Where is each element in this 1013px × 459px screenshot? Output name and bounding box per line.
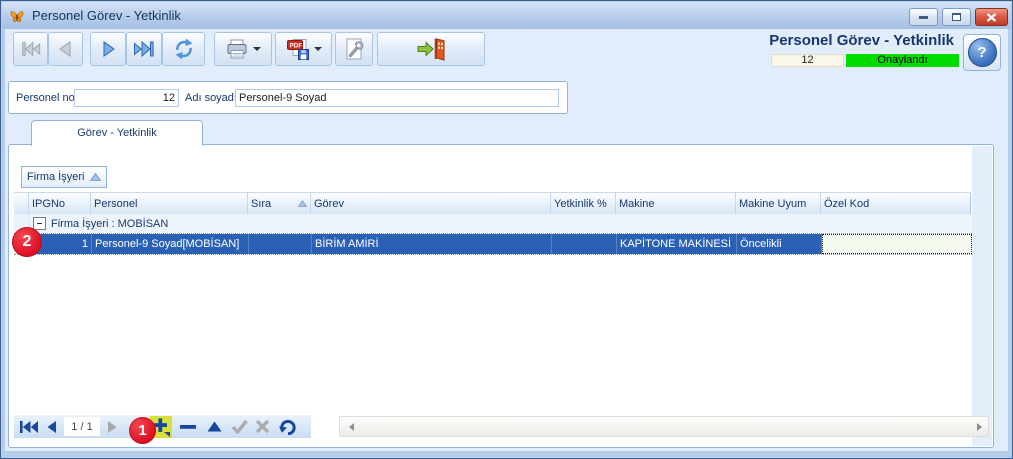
column-header-makine[interactable]: Makine	[616, 193, 736, 214]
close-icon	[986, 13, 997, 22]
column-header-sira[interactable]: Sıra	[248, 193, 311, 214]
nav-next-icon	[106, 420, 119, 434]
last-record-icon	[132, 40, 156, 58]
nav-next-button[interactable]	[106, 420, 119, 434]
group-by-button[interactable]: Firma İşyeri	[21, 166, 107, 188]
group-row[interactable]: Firma İşyeri : MOBİSAN	[14, 214, 972, 233]
cancel-button[interactable]	[255, 419, 270, 434]
refresh-rows-icon	[278, 418, 298, 435]
scroll-right-icon[interactable]	[977, 423, 982, 431]
app-window: Personel Görev - Yetkinlik	[0, 0, 1013, 459]
refresh-button[interactable]	[162, 32, 205, 66]
previous-record-button[interactable]	[48, 32, 83, 66]
print-button[interactable]	[214, 32, 272, 66]
close-button[interactable]	[975, 8, 1008, 26]
pdf-save-button[interactable]: PDF	[275, 32, 332, 66]
adi-soyadi-input[interactable]	[235, 89, 559, 107]
butterfly-icon	[9, 8, 25, 24]
nav-previous-icon	[45, 420, 58, 434]
refresh-icon	[172, 37, 196, 61]
personel-no-label: Personel no	[16, 92, 75, 104]
maximize-icon	[952, 13, 961, 21]
group-by-label: Firma İşyeri	[27, 171, 84, 183]
page-title: Personel Görev - Yetkinlik	[701, 32, 954, 49]
horizontal-scrollbar[interactable]	[339, 416, 989, 437]
move-up-button[interactable]	[207, 421, 222, 432]
indicator-column-header	[14, 193, 29, 214]
column-header-ozel-kod[interactable]: Özel Kod	[821, 193, 971, 214]
first-record-icon	[20, 40, 42, 58]
print-dropdown-caret[interactable]	[253, 47, 261, 51]
grid-header-row: IPGNo Personel Sıra Görev Yetkinlik % Ma…	[14, 192, 971, 215]
annotation-badge-2: 2	[12, 227, 42, 257]
personnel-form-panel: Personel no Adı soyadı	[8, 81, 568, 114]
status-badge: Onaylandı	[846, 54, 959, 67]
cancel-icon	[255, 419, 270, 434]
delete-row-icon	[179, 424, 197, 430]
maximize-button[interactable]	[942, 8, 971, 26]
first-record-button[interactable]	[13, 32, 48, 66]
next-record-button[interactable]	[90, 32, 126, 66]
sort-ascending-icon	[90, 173, 101, 181]
nav-first-button[interactable]	[19, 420, 39, 434]
question-mark-icon: ?	[968, 38, 997, 67]
next-record-icon	[98, 40, 118, 58]
sort-ascending-icon	[298, 200, 307, 207]
cell-gorev[interactable]: BİRİM AMİRİ	[312, 234, 552, 254]
window-title: Personel Görev - Yetkinlik	[32, 8, 181, 23]
minimize-button[interactable]	[909, 8, 938, 26]
move-up-icon	[207, 421, 222, 432]
last-record-button[interactable]	[126, 32, 162, 66]
column-header-ipgno[interactable]: IPGNo	[29, 193, 91, 214]
cell-makine[interactable]: KAPİTONE MAKİNESİ	[617, 234, 737, 254]
pdf-save-icon: PDF	[286, 38, 310, 60]
group-row-label: Firma İşyeri : MOBİSAN	[51, 218, 168, 230]
confirm-icon	[231, 419, 248, 434]
page-indicator: 1 / 1	[64, 417, 100, 436]
help-button[interactable]: ?	[963, 34, 1001, 71]
svg-text:PDF: PDF	[289, 43, 302, 50]
print-icon	[225, 38, 249, 60]
tab-gorev-yetkinlik[interactable]: Görev - Yetkinlik	[31, 120, 203, 146]
personel-no-input[interactable]	[74, 89, 179, 107]
column-header-makine-uyum[interactable]: Makine Uyum	[736, 193, 821, 214]
nav-previous-button[interactable]	[45, 420, 58, 434]
scroll-left-icon[interactable]	[349, 423, 354, 431]
column-header-gorev[interactable]: Görev	[311, 193, 551, 214]
cell-personel[interactable]: Personel-9 Soyad[MOBİSAN]	[92, 234, 249, 254]
collapse-group-icon[interactable]	[33, 217, 46, 230]
grid-right-gutter	[972, 146, 992, 446]
minimize-icon	[919, 16, 928, 19]
column-header-personel[interactable]: Personel	[91, 193, 248, 214]
cell-makine-uyum[interactable]: Öncelikli	[737, 234, 822, 254]
settings-button[interactable]	[335, 32, 373, 66]
exit-button[interactable]	[377, 32, 485, 66]
table-row[interactable]: 1 Personel-9 Soyad[MOBİSAN] BİRİM AMİRİ …	[14, 233, 972, 255]
record-navigator: 1 / 1	[14, 415, 311, 438]
settings-wrench-icon	[342, 37, 366, 61]
refresh-rows-button[interactable]	[278, 418, 298, 435]
adi-soyadi-label: Adı soyadı	[185, 92, 237, 104]
previous-record-icon	[56, 40, 76, 58]
pdf-dropdown-caret[interactable]	[314, 47, 322, 51]
delete-row-button[interactable]	[179, 424, 197, 430]
cell-ozel-kod[interactable]	[822, 234, 972, 254]
column-header-yetkinlik[interactable]: Yetkinlik %	[551, 193, 616, 214]
cell-yetkinlik[interactable]	[552, 234, 617, 254]
nav-first-icon	[19, 420, 39, 434]
title-bar: Personel Görev - Yetkinlik	[2, 2, 1011, 29]
grid-panel	[8, 144, 994, 448]
record-number-value: 12	[771, 54, 844, 67]
confirm-button[interactable]	[231, 419, 248, 434]
annotation-badge-1: 1	[129, 417, 156, 444]
cell-sira[interactable]	[249, 234, 312, 254]
exit-door-icon	[416, 36, 446, 62]
